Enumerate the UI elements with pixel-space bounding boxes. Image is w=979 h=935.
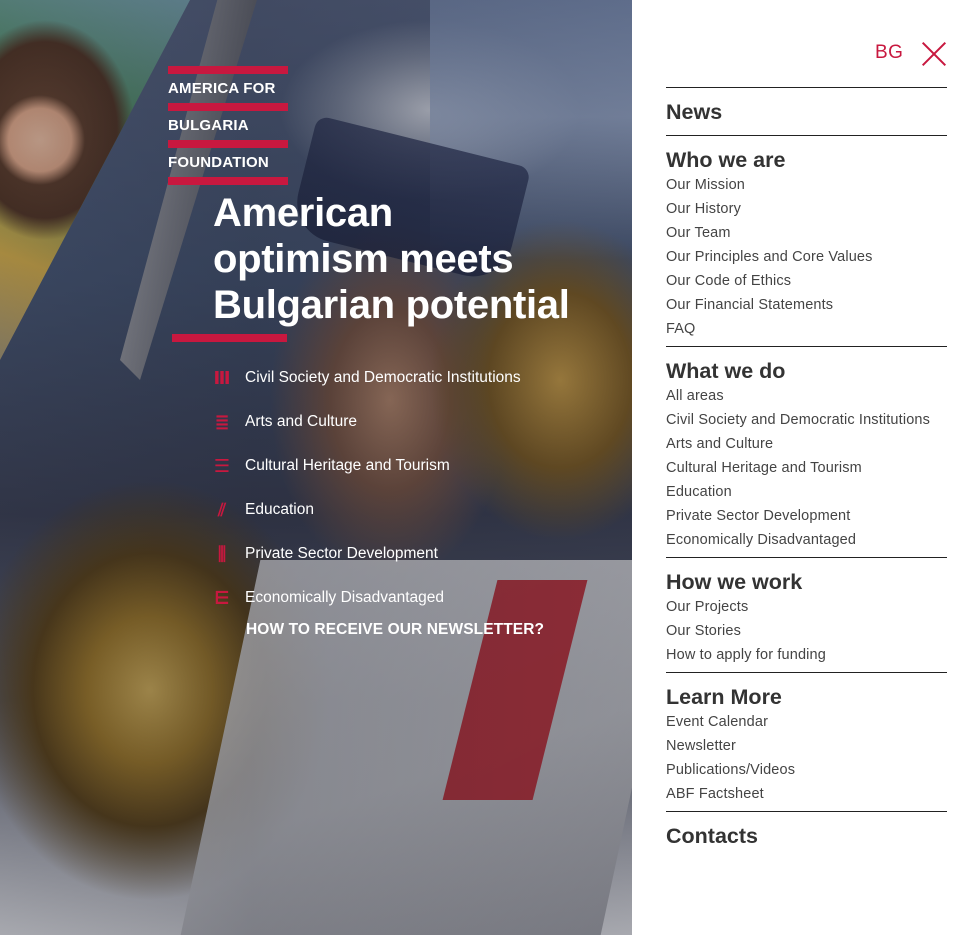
nav-item[interactable]: Newsletter — [666, 734, 947, 758]
heritage-icon: ☰ — [213, 456, 231, 476]
area-label: Economically Disadvantaged — [245, 589, 445, 606]
nav-heading-contacts[interactable]: Contacts — [666, 812, 947, 859]
focus-areas-list: Ⅲ Civil Society and Democratic Instituti… — [212, 356, 521, 620]
area-link-disadvantaged[interactable]: ⋿ Economically Disadvantaged — [212, 576, 521, 620]
hero-banner: AMERICA FOR BULGARIA FOUNDATION American… — [0, 0, 632, 935]
logo-bar — [168, 103, 288, 111]
nav-section-learn-more: Learn More Event Calendar Newsletter Pub… — [666, 672, 947, 811]
nav-item[interactable]: Our Projects — [666, 595, 947, 619]
nav-list: All areas Civil Society and Democratic I… — [666, 384, 947, 557]
site-nav: News Who we are Our Mission Our History … — [666, 87, 947, 859]
logo-line: FOUNDATION — [168, 154, 269, 171]
area-link-private-sector[interactable]: ⫼ Private Sector Development — [212, 532, 521, 576]
nav-item[interactable]: How to apply for funding — [666, 643, 947, 667]
nav-item[interactable]: Education — [666, 480, 947, 504]
area-link-civil-society[interactable]: Ⅲ Civil Society and Democratic Instituti… — [212, 356, 521, 400]
logo-bar — [168, 177, 288, 185]
nav-item[interactable]: Event Calendar — [666, 710, 947, 734]
area-label: Arts and Culture — [245, 413, 357, 430]
nav-heading-what-we-do[interactable]: What we do — [666, 347, 947, 384]
nav-item[interactable]: ABF Factsheet — [666, 782, 947, 806]
nav-section-who-we-are: Who we are Our Mission Our History Our T… — [666, 135, 947, 346]
logo-line: AMERICA FOR — [168, 80, 276, 97]
headline-accent-bar — [172, 334, 287, 342]
close-icon[interactable] — [920, 40, 948, 68]
education-icon: ⫽ — [217, 500, 227, 520]
nav-item[interactable]: Our Team — [666, 221, 947, 245]
area-label: Civil Society and Democratic Institution… — [245, 369, 521, 386]
nav-list: Our Mission Our History Our Team Our Pri… — [666, 173, 947, 346]
area-link-arts[interactable]: ≣ Arts and Culture — [212, 400, 521, 444]
nav-item[interactable]: Arts and Culture — [666, 432, 947, 456]
nav-heading-news[interactable]: News — [666, 88, 947, 135]
area-label: Private Sector Development — [245, 545, 438, 562]
nav-item[interactable]: FAQ — [666, 317, 947, 341]
nav-item[interactable]: Economically Disadvantaged — [666, 528, 947, 552]
support-icon: ⋿ — [213, 588, 231, 608]
newsletter-link[interactable]: HOW TO RECEIVE OUR NEWSLETTER? — [246, 621, 544, 639]
nav-item[interactable]: All areas — [666, 384, 947, 408]
area-label: Education — [245, 501, 314, 518]
area-link-education[interactable]: ⫽ Education — [212, 488, 521, 532]
nav-heading-learn-more[interactable]: Learn More — [666, 673, 947, 710]
logo-line: BULGARIA — [168, 117, 249, 134]
nav-section-news: News — [666, 87, 947, 135]
nav-item[interactable]: Cultural Heritage and Tourism — [666, 456, 947, 480]
foundation-logo[interactable]: AMERICA FOR BULGARIA FOUNDATION — [168, 66, 288, 185]
headline-line: Bulgarian potential — [213, 283, 570, 327]
nav-item[interactable]: Civil Society and Democratic Institution… — [666, 408, 947, 432]
nav-item[interactable]: Our Principles and Core Values — [666, 245, 947, 269]
nav-item[interactable]: Our Mission — [666, 173, 947, 197]
nav-item[interactable]: Private Sector Development — [666, 504, 947, 528]
columns-icon: Ⅲ — [213, 368, 231, 388]
nav-item[interactable]: Our Code of Ethics — [666, 269, 947, 293]
nav-heading-who-we-are[interactable]: Who we are — [666, 136, 947, 173]
area-link-heritage[interactable]: ☰ Cultural Heritage and Tourism — [212, 444, 521, 488]
nav-heading-how-we-work[interactable]: How we work — [666, 558, 947, 595]
area-label: Cultural Heritage and Tourism — [245, 457, 450, 474]
nav-list: Event Calendar Newsletter Publications/V… — [666, 710, 947, 811]
headline-line: optimism meets — [213, 237, 514, 281]
arts-icon: ≣ — [214, 412, 230, 432]
nav-item[interactable]: Our Stories — [666, 619, 947, 643]
nav-section-what-we-do: What we do All areas Civil Society and D… — [666, 346, 947, 557]
language-switch[interactable]: BG — [875, 42, 903, 64]
headline-line: American — [213, 191, 393, 235]
nav-item[interactable]: Our Financial Statements — [666, 293, 947, 317]
menu-panel: BG News Who we are Our Mission Our Histo… — [632, 0, 979, 935]
nav-section-contacts: Contacts — [666, 811, 947, 859]
nav-item[interactable]: Publications/Videos — [666, 758, 947, 782]
logo-bar — [168, 140, 288, 148]
hero-headline: American optimism meets Bulgarian potent… — [213, 190, 613, 328]
business-icon: ⫼ — [217, 544, 227, 564]
logo-bar — [168, 66, 288, 74]
nav-section-how-we-work: How we work Our Projects Our Stories How… — [666, 557, 947, 672]
nav-item[interactable]: Our History — [666, 197, 947, 221]
nav-list: Our Projects Our Stories How to apply fo… — [666, 595, 947, 672]
